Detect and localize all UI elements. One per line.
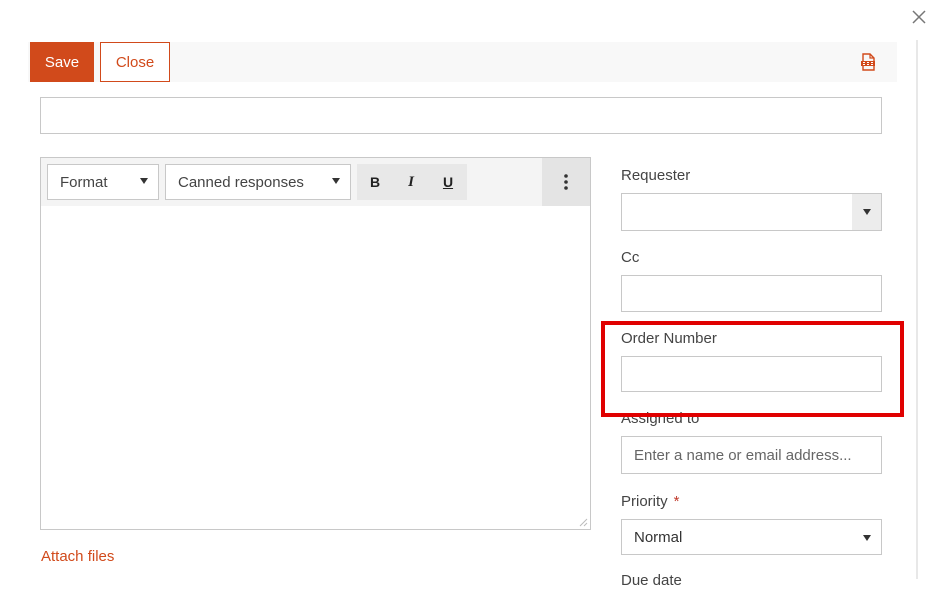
priority-label: Priority * (621, 493, 680, 510)
cc-label: Cc (621, 249, 640, 266)
pdf-icon[interactable] (859, 53, 877, 71)
requester-select[interactable] (621, 193, 882, 231)
caret-down-icon (332, 178, 340, 184)
close-icon[interactable] (908, 6, 930, 28)
attach-files-link[interactable]: Attach files (41, 548, 114, 565)
close-button[interactable]: Close (100, 42, 170, 82)
assigned-to-placeholder: Enter a name or email address... (634, 446, 852, 464)
due-date-label: Due date (621, 572, 682, 589)
cc-input[interactable] (621, 275, 882, 312)
assigned-to-input[interactable]: Enter a name or email address... (621, 436, 882, 474)
scrollbar[interactable] (916, 40, 918, 579)
save-button[interactable]: Save (30, 42, 94, 82)
bold-button[interactable]: B (357, 164, 393, 200)
underline-button[interactable]: U (430, 164, 466, 200)
resize-handle-icon[interactable] (576, 514, 588, 527)
priority-value: Normal (634, 528, 683, 546)
highlight-box (601, 321, 904, 417)
description-editor[interactable] (40, 157, 591, 530)
caret-down-icon (140, 178, 148, 184)
priority-label-text: Priority (621, 493, 668, 510)
subject-input[interactable] (40, 97, 882, 134)
requester-label: Requester (621, 167, 691, 184)
italic-button[interactable]: I (393, 164, 429, 200)
required-marker: * (673, 493, 680, 510)
canned-responses-label: Canned responses (178, 173, 304, 191)
caret-down-icon (863, 535, 871, 541)
canned-responses-dropdown[interactable]: Canned responses (165, 164, 351, 200)
requester-dropdown-button[interactable] (852, 194, 881, 230)
more-options-icon[interactable] (542, 158, 590, 206)
format-dropdown[interactable]: Format (47, 164, 159, 200)
format-dropdown-label: Format (60, 173, 108, 191)
caret-down-icon (863, 209, 871, 215)
priority-select[interactable]: Normal (621, 519, 882, 555)
